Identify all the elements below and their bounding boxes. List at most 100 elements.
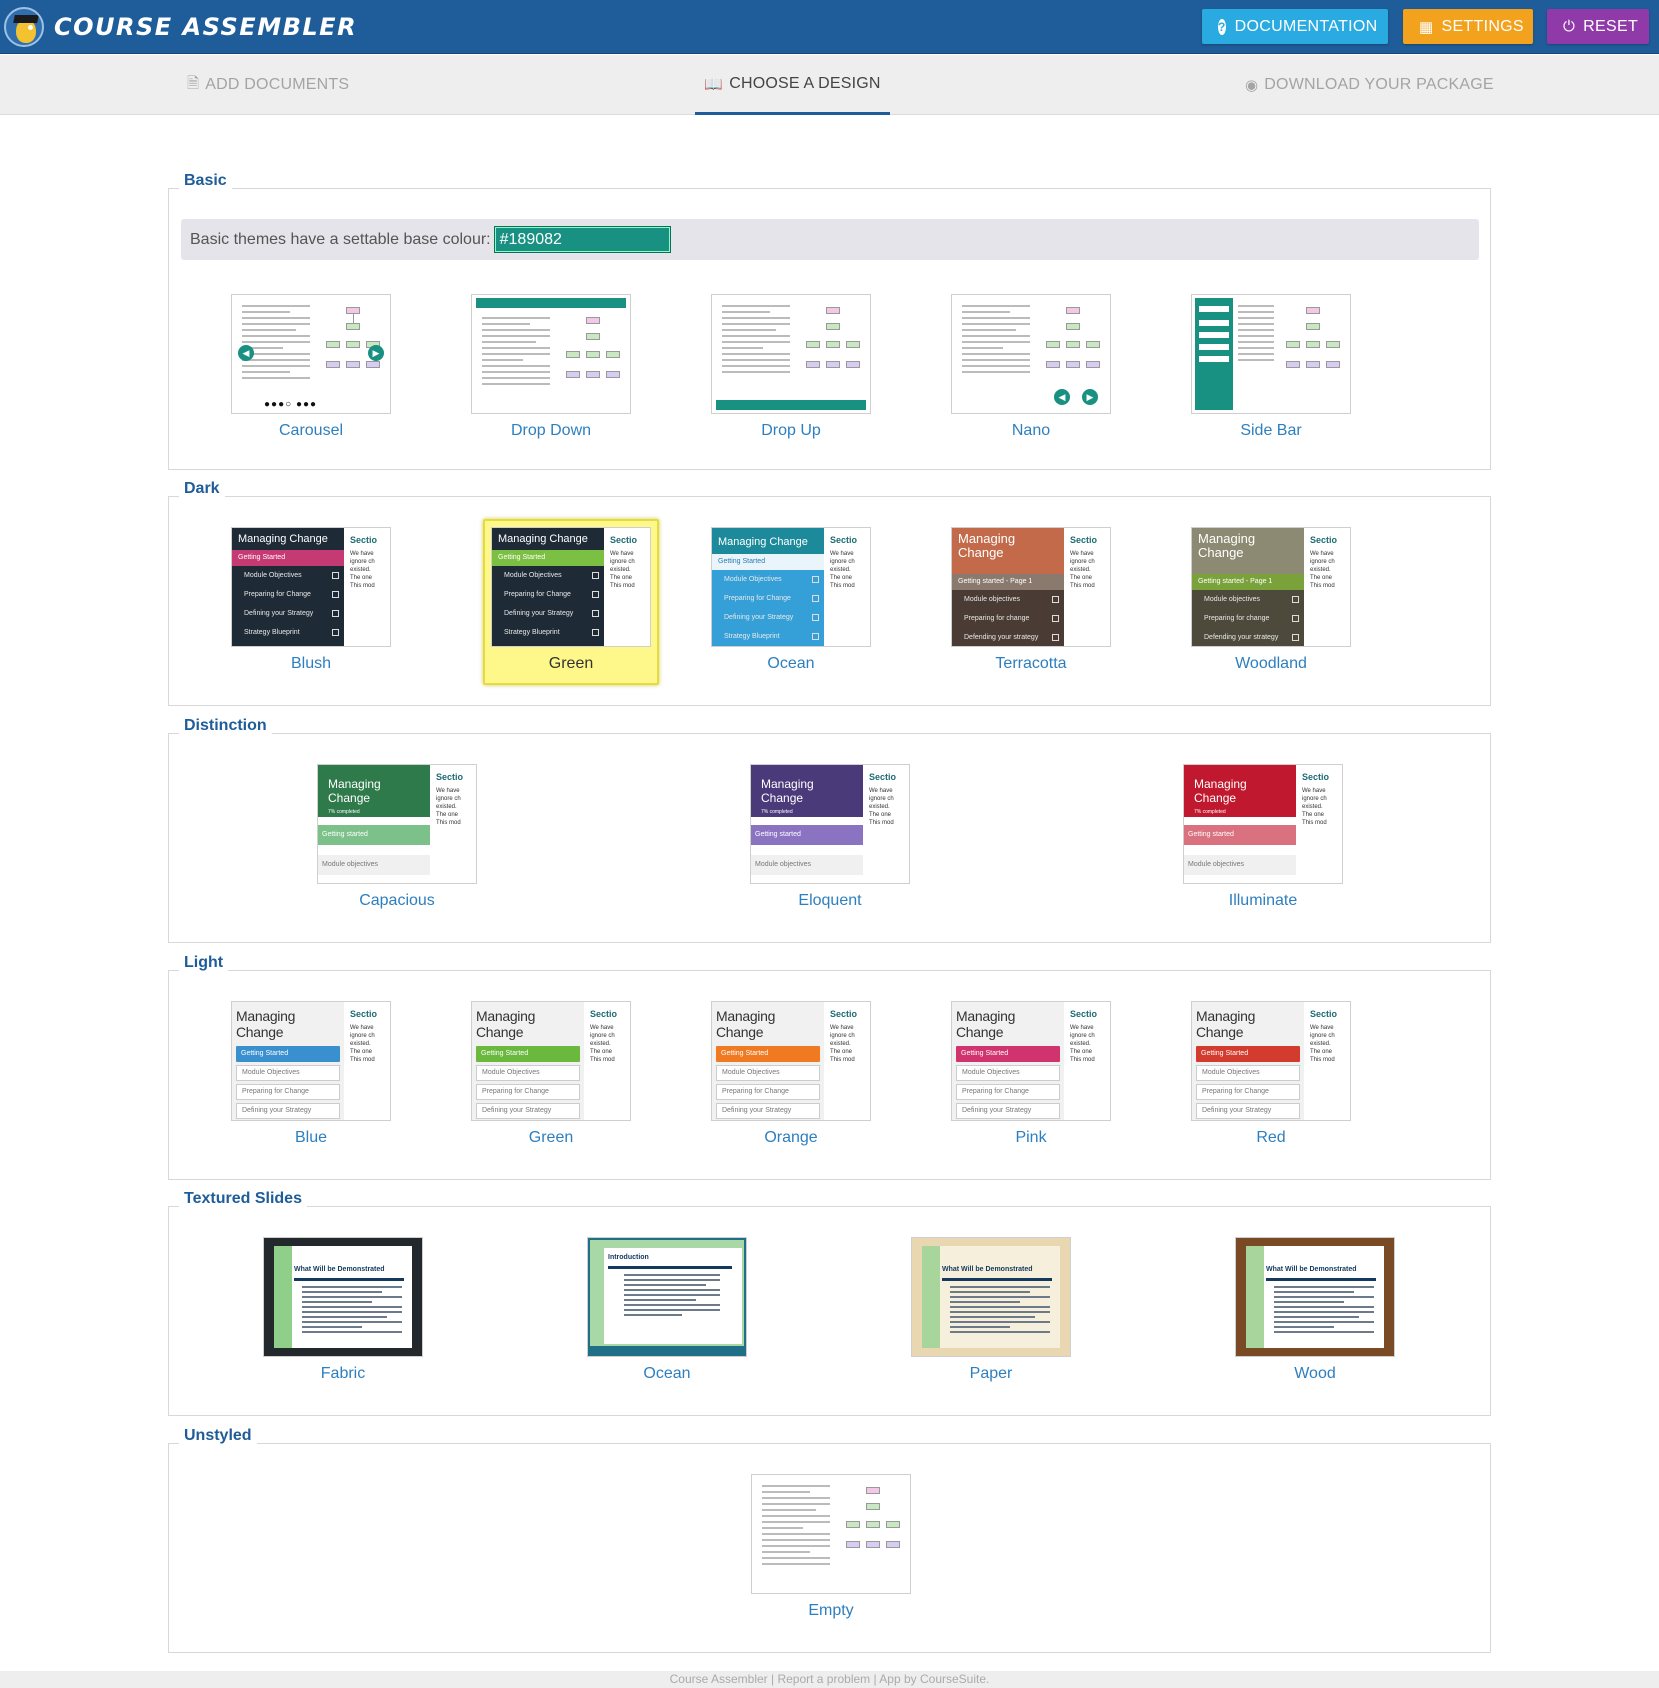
settings-icon: ▦ [1419, 18, 1434, 36]
design-card-fabric[interactable]: What Will be Demonstrated Fabric [255, 1229, 431, 1409]
next-arrow-icon: ▶ [368, 345, 384, 361]
settings-button[interactable]: ▦ SETTINGS [1403, 9, 1533, 44]
design-card-woodland[interactable]: Managing Change Getting started - Page 1… [1183, 519, 1359, 699]
reset-label: RESET [1583, 17, 1639, 35]
design-name: Terracotta [995, 655, 1067, 672]
power-icon: ⏻ [1563, 18, 1576, 35]
design-card-light-blue[interactable]: Managing Change Getting Started Module Obj… [223, 993, 399, 1173]
design-name: Red [1256, 1129, 1286, 1146]
design-name: Fabric [320, 1365, 366, 1382]
design-card-eloquent[interactable]: Managing Change 7% completed Getting star… [742, 756, 918, 936]
section-distinction-title: Distinction [179, 717, 272, 735]
design-card-paper[interactable]: What Will be Demonstrated Paper [903, 1229, 1079, 1409]
design-card-empty[interactable]: Empty [743, 1466, 919, 1646]
design-name: Nano [1011, 422, 1051, 439]
section-unstyled-title: Unstyled [179, 1427, 257, 1445]
design-card-light-pink[interactable]: Managing Change Getting Started Module Obj… [943, 993, 1119, 1173]
design-card-illuminate[interactable]: Managing Change 7% completed Getting star… [1175, 756, 1351, 936]
tab-add-documents[interactable]: 🗎 ADD DOCUMENTS [187, 55, 349, 115]
dropdown-bar [476, 298, 626, 308]
design-thumbnail [751, 1474, 911, 1594]
dropup-bar [716, 400, 866, 410]
section-light: Light Managing Change Getting Started Modu… [168, 954, 1491, 1180]
top-bar: COURSE ASSEMBLER ? DOCUMENTATION ▦ SETTI… [0, 0, 1659, 54]
design-card-side-bar[interactable]: Side Bar [1183, 286, 1359, 466]
design-card-light-red[interactable]: Managing Change Getting Started Module Obj… [1183, 993, 1359, 1173]
base-colour-input[interactable]: #189082 [493, 226, 671, 253]
section-textured-slides: Textured Slides What Will be Demonstrate… [168, 1190, 1491, 1416]
design-name: Wood [1294, 1365, 1336, 1382]
design-thumbnail: ◀ ▶ ●●●○ ●●● [231, 294, 391, 414]
reset-button[interactable]: ⏻ RESET [1547, 9, 1649, 44]
base-colour-bar: Basic themes have a settable base colour… [181, 219, 1479, 260]
design-thumbnail: What Will be Demonstrated [911, 1237, 1071, 1357]
design-thumbnail: Managing Change Getting Started Module Obj… [231, 1001, 391, 1121]
help-icon: ? [1218, 18, 1226, 35]
design-card-drop-down[interactable]: Drop Down [463, 286, 639, 466]
app-logo[interactable]: COURSE ASSEMBLER [4, 4, 357, 50]
tab-download-package[interactable]: ◉ DOWNLOAD YOUR PACKAGE [1245, 55, 1494, 115]
design-card-nano[interactable]: ◀ ▶ Nano [943, 286, 1119, 466]
design-name: Paper [969, 1365, 1013, 1382]
design-thumbnail [711, 294, 871, 414]
mascot-logo-icon [4, 7, 44, 47]
design-card-terracotta[interactable]: Managing Change Getting started - Page 1… [943, 519, 1119, 699]
design-thumbnail: Managing Change Getting Started Module O… [711, 527, 871, 647]
tab-add-documents-label: ADD DOCUMENTS [205, 76, 350, 93]
section-dark: Dark Managing Change Getting Started Mod… [168, 480, 1491, 706]
tab-choose-design[interactable]: 📖 CHOOSE A DESIGN [695, 55, 890, 115]
previous-arrow-icon: ◀ [238, 345, 254, 361]
design-thumbnail: Managing Change 7% completed Getting star… [1183, 764, 1343, 884]
section-basic: Basic Basic themes have a settable base … [168, 172, 1491, 470]
design-name: Capacious [359, 892, 435, 909]
app-title: COURSE ASSEMBLER [54, 13, 358, 41]
previous-arrow-icon: ◀ [1054, 389, 1070, 405]
design-thumbnail: Managing Change Getting Started Module Obj… [951, 1001, 1111, 1121]
design-thumbnail: Managing Change Getting started - Page 1… [1191, 527, 1351, 647]
design-card-blush[interactable]: Managing Change Getting Started Module O… [223, 519, 399, 699]
book-icon: 📖 [704, 75, 724, 93]
design-name: Drop Down [510, 422, 592, 439]
design-name: Pink [1015, 1129, 1047, 1146]
tab-choose-design-label: CHOOSE A DESIGN [729, 74, 881, 92]
design-card-light-orange[interactable]: Managing Change Getting Started Module Obj… [703, 993, 879, 1173]
design-card-capacious[interactable]: Managing Change 7% completed Getting star… [309, 756, 485, 936]
section-basic-title: Basic [179, 172, 232, 190]
carousel-dots-icon: ●●●○ ●●● [264, 399, 318, 410]
design-thumbnail: Managing Change Getting Started Module O… [231, 527, 391, 647]
design-name: Woodland [1235, 655, 1307, 672]
design-card-ocean-dark[interactable]: Managing Change Getting Started Module O… [703, 519, 879, 699]
design-name: Orange [764, 1129, 818, 1146]
design-name: Eloquent [798, 892, 862, 909]
step-tabs: 🗎 ADD DOCUMENTS 📖 CHOOSE A DESIGN ◉ DOWN… [0, 55, 1659, 115]
design-thumbnail: Managing Change 7% completed Getting star… [317, 764, 477, 884]
design-name: Carousel [278, 422, 344, 439]
design-thumbnail: Managing Change Getting started - Page 1… [951, 527, 1111, 647]
base-colour-label: Basic themes have a settable base colour… [190, 230, 491, 248]
design-card-green-dark-selected[interactable]: Managing Change Getting Started Module O… [483, 519, 659, 685]
design-card-textured-ocean[interactable]: Introduction Ocean [579, 1229, 755, 1409]
design-thumbnail: Managing Change 7% completed Getting star… [750, 764, 910, 884]
design-card-wood[interactable]: What Will be Demonstrated Wood [1227, 1229, 1403, 1409]
design-card-light-green[interactable]: Managing Change Getting Started Module Obj… [463, 993, 639, 1173]
tab-download-package-label: DOWNLOAD YOUR PACKAGE [1264, 76, 1494, 93]
settings-label: SETTINGS [1441, 17, 1524, 35]
design-name: Side Bar [1240, 422, 1302, 439]
documentation-button[interactable]: ? DOCUMENTATION [1202, 9, 1388, 44]
footer-text: Course Assembler | Report a problem | Ap… [669, 1672, 990, 1686]
next-arrow-icon: ▶ [1082, 389, 1098, 405]
design-name: Ocean [643, 1365, 691, 1382]
download-icon: ◉ [1245, 77, 1259, 94]
document-add-icon: 🗎 [187, 74, 200, 92]
design-name: Drop Up [761, 422, 821, 439]
design-card-drop-up[interactable]: Drop Up [703, 286, 879, 466]
section-light-title: Light [179, 954, 229, 972]
section-textured-title: Textured Slides [179, 1190, 307, 1208]
design-thumbnail: What Will be Demonstrated [1235, 1237, 1395, 1357]
section-distinction: Distinction Managing Change 7% completed … [168, 717, 1491, 943]
design-name: Blue [294, 1129, 328, 1146]
design-name: Green [528, 1129, 574, 1146]
design-card-carousel[interactable]: ◀ ▶ ●●●○ ●●● Carousel [223, 286, 399, 466]
design-thumbnail: Managing Change Getting Started Module Obj… [471, 1001, 631, 1121]
design-thumbnail: Managing Change Getting Started Module Obj… [1191, 1001, 1351, 1121]
